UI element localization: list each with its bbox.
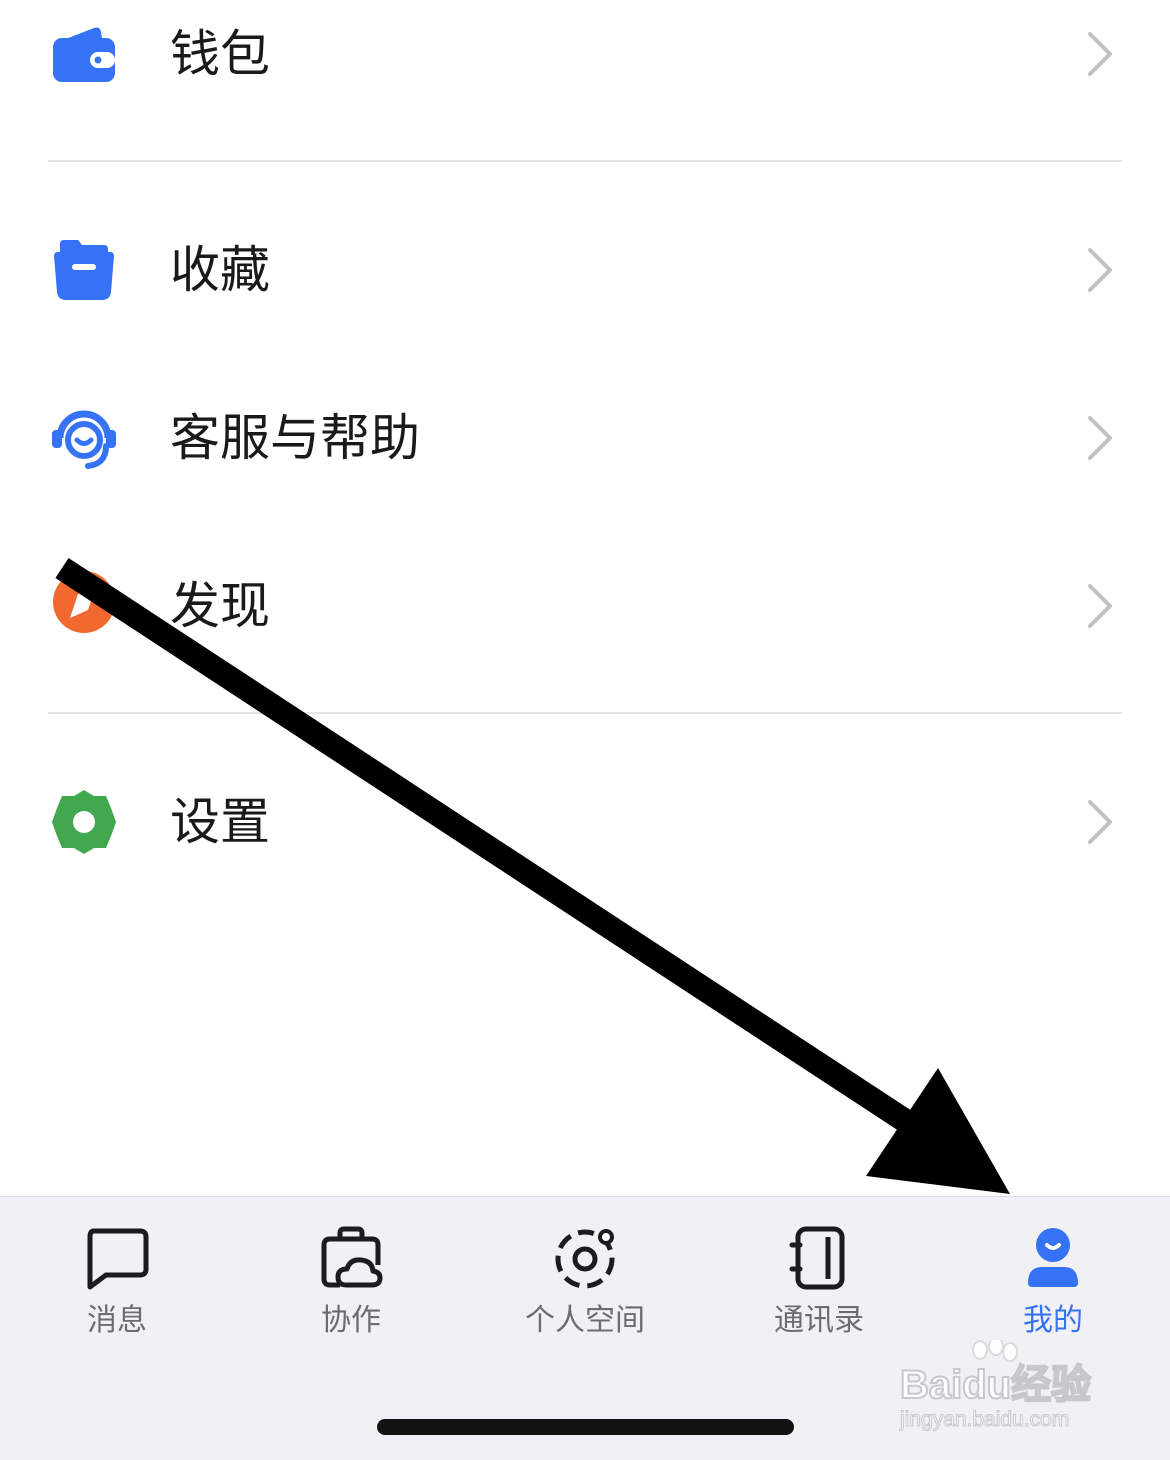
person-icon (1018, 1223, 1088, 1293)
menu-item-favorites[interactable]: 收藏 (0, 200, 1170, 340)
headset-icon (48, 402, 120, 474)
divider (48, 712, 1122, 714)
folder-icon (48, 234, 120, 306)
tab-collaboration[interactable]: 协作 (234, 1197, 468, 1357)
menu-item-label: 收藏 (170, 241, 270, 299)
menu-item-label: 发现 (170, 577, 270, 635)
tab-label: 我的 (1023, 1303, 1083, 1338)
compass-icon (48, 566, 120, 638)
tab-label: 消息 (87, 1303, 147, 1338)
chevron-right-icon (1082, 580, 1118, 632)
menu-item-label: 设置 (170, 793, 270, 851)
menu-item-discover[interactable]: 发现 (0, 536, 1170, 676)
menu-item-settings[interactable]: 设置 (0, 752, 1170, 892)
chevron-right-icon (1082, 796, 1118, 848)
divider (48, 160, 1122, 162)
tab-me[interactable]: 我的 (936, 1197, 1170, 1357)
briefcase-cloud-icon (316, 1223, 386, 1293)
message-icon (82, 1223, 152, 1293)
tab-label: 通讯录 (774, 1303, 864, 1338)
chevron-right-icon (1082, 28, 1118, 80)
me-page: 钱包 收藏 客服与帮助 发现 设置 消息 协作 个人空间 通讯录 我的 Baid… (0, 0, 1170, 1460)
menu-item-label: 钱包 (170, 25, 270, 83)
contacts-book-icon (784, 1223, 854, 1293)
tab-messages[interactable]: 消息 (0, 1197, 234, 1357)
tab-personal-space[interactable]: 个人空间 (468, 1197, 702, 1357)
chevron-right-icon (1082, 244, 1118, 296)
home-indicator (377, 1419, 794, 1435)
tab-label: 协作 (321, 1303, 381, 1338)
chevron-right-icon (1082, 412, 1118, 464)
wallet-icon (48, 18, 120, 90)
tab-label: 个人空间 (525, 1303, 645, 1338)
gear-icon (48, 786, 120, 858)
menu-item-wallet[interactable]: 钱包 (0, 0, 1170, 160)
menu-item-help[interactable]: 客服与帮助 (0, 368, 1170, 508)
tab-contacts[interactable]: 通讯录 (702, 1197, 936, 1357)
menu-item-label: 客服与帮助 (170, 409, 420, 467)
orbit-icon (550, 1223, 620, 1293)
